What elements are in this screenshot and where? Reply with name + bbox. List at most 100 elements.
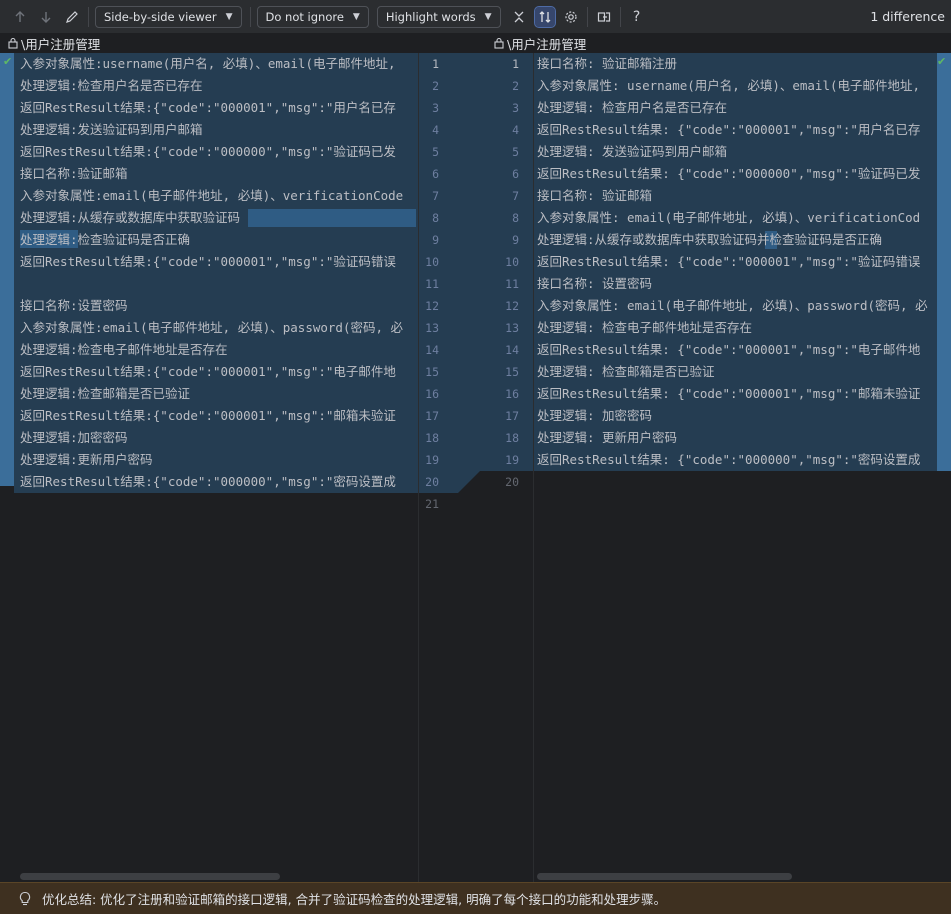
line-number: 10 — [505, 255, 519, 269]
line-number: 12 — [425, 299, 439, 313]
code-line[interactable]: 处理逻辑: 更新用户密码 — [537, 427, 677, 449]
code-line[interactable]: 入参对象属性: email(电子邮件地址, 必填)、password(密码, 必 — [537, 295, 928, 317]
pencil-icon[interactable] — [62, 7, 82, 27]
code-line[interactable]: 接口名称:设置密码 — [20, 295, 128, 317]
code-line[interactable]: 返回RestResult结果:{"code":"000001","msg":"验… — [20, 251, 396, 273]
code-line[interactable]: 入参对象属性:email(电子邮件地址, 必填)、verificationCod… — [20, 185, 403, 207]
code-line[interactable]: 返回RestResult结果:{"code":"000000","msg":"验… — [20, 141, 396, 163]
code-line[interactable]: 返回RestResult结果: {"code":"000000","msg":"… — [537, 449, 920, 471]
code-line[interactable]: 返回RestResult结果:{"code":"000001","msg":"邮… — [20, 405, 396, 427]
code-line[interactable]: 处理逻辑:发送验证码到用户邮箱 — [20, 119, 203, 141]
line-number: 11 — [505, 277, 519, 291]
line-number: 3 — [432, 101, 439, 115]
compare-icon[interactable] — [594, 7, 614, 27]
line-number: 21 — [425, 497, 439, 511]
line-number: 5 — [432, 145, 439, 159]
line-number: 8 — [512, 211, 519, 225]
line-number: 8 — [432, 211, 439, 225]
left-file-title: \用户注册管理 — [21, 36, 101, 52]
code-line[interactable]: 入参对象属性: username(用户名, 必填)、email(电子邮件地址, — [537, 75, 920, 97]
collapse-icon[interactable] — [509, 7, 529, 27]
line-number: 10 — [425, 255, 439, 269]
diff-gutter: 1 2 3 4 5 6 7 8 9 10 11 12 13 14 15 16 17 18 19 20 21 123456… — [418, 53, 534, 882]
horizontal-scrollbar[interactable] — [537, 873, 792, 880]
arrow-down-icon[interactable] — [36, 7, 56, 27]
toolbar-separator — [586, 6, 588, 27]
difference-count: 1 difference — [870, 9, 945, 24]
code-line[interactable]: 返回RestResult结果: {"code":"000001","msg":"… — [537, 383, 920, 405]
highlight-dropdown[interactable]: Highlight words ▼ — [376, 5, 501, 28]
code-line[interactable]: 处理逻辑: 发送验证码到用户邮箱 — [537, 141, 727, 163]
whitespace-label: Do not ignore — [265, 9, 344, 24]
line-number: 7 — [512, 189, 519, 203]
right-file-title: \用户注册管理 — [507, 36, 587, 52]
summary-text: 优化总结: 优化了注册和验证邮箱的接口逻辑, 合并了验证码检查的处理逻辑, 明确… — [42, 892, 667, 907]
line-number: 6 — [512, 167, 519, 181]
line-number: 9 — [512, 233, 519, 247]
code-line[interactable]: 处理逻辑:从缓存或数据库中获取验证码 — [20, 207, 240, 229]
line-number: 2 — [512, 79, 519, 93]
line-number: 1 — [512, 57, 519, 71]
code-line[interactable]: 处理逻辑:检查邮箱是否已验证 — [20, 383, 190, 405]
code-line[interactable]: 入参对象属性:username(用户名, 必填)、email(电子邮件地址, — [20, 53, 396, 75]
word-highlight — [248, 209, 416, 227]
code-line[interactable]: 返回RestResult结果:{"code":"000001","msg":"用… — [20, 97, 396, 119]
line-number: 5 — [512, 145, 519, 159]
code-line[interactable]: 入参对象属性: email(电子邮件地址, 必填)、verificationCo… — [537, 207, 920, 229]
chevron-down-icon: ▼ — [225, 11, 233, 22]
settings-icon[interactable] — [561, 7, 581, 27]
code-line[interactable]: 处理逻辑:检查电子邮件地址是否存在 — [20, 339, 228, 361]
code-line[interactable]: 处理逻辑:从缓存或数据库中获取验证码并检查验证码是否正确 — [537, 229, 882, 251]
code-line[interactable]: 处理逻辑:加密密码 — [20, 427, 128, 449]
code-line[interactable]: 返回RestResult结果: {"code":"000000","msg":"… — [537, 163, 920, 185]
line-number: 19 — [425, 453, 439, 467]
code-line[interactable]: 处理逻辑: 检查电子邮件地址是否存在 — [537, 317, 752, 339]
line-number: 13 — [505, 321, 519, 335]
line-number: 17 — [425, 409, 439, 423]
chevron-down-icon: ▼ — [352, 11, 360, 22]
sync-scroll-icon[interactable] — [533, 5, 556, 28]
code-line[interactable]: 接口名称: 验证邮箱注册 — [537, 53, 677, 75]
left-editor-pane[interactable]: ✔ 入参对象属性:username(用户名, 必填)、email(电子邮件地址,… — [0, 53, 418, 882]
code-line[interactable]: 处理逻辑:检查用户名是否已存在 — [20, 75, 203, 97]
arrow-up-icon[interactable] — [10, 7, 30, 27]
line-number: 15 — [505, 365, 519, 379]
code-line[interactable]: 接口名称: 设置密码 — [537, 273, 652, 295]
code-line[interactable]: 返回RestResult结果:{"code":"000001","msg":"电… — [20, 361, 396, 383]
line-number: 14 — [505, 343, 519, 357]
line-number: 12 — [505, 299, 519, 313]
code-line[interactable]: 处理逻辑:检查验证码是否正确 — [20, 229, 190, 251]
code-line[interactable]: 接口名称: 验证邮箱 — [537, 185, 652, 207]
code-line[interactable]: 处理逻辑: 检查用户名是否已存在 — [537, 97, 727, 119]
line-number: 6 — [432, 167, 439, 181]
line-number: 9 — [432, 233, 439, 247]
code-line[interactable]: 处理逻辑:更新用户密码 — [20, 449, 153, 471]
code-line[interactable]: 处理逻辑: 检查邮箱是否已验证 — [537, 361, 715, 383]
right-editor-pane[interactable]: ✔ 接口名称: 验证邮箱注册 入参对象属性: username(用户名, 必填)、… — [534, 53, 951, 882]
code-line[interactable]: 返回RestResult结果: {"code":"000001","msg":"… — [537, 339, 920, 361]
whitespace-dropdown[interactable]: Do not ignore ▼ — [256, 5, 369, 28]
lock-icon — [494, 37, 504, 49]
right-file-header: \用户注册管理 — [493, 33, 586, 53]
line-number: 3 — [512, 101, 519, 115]
toolbar-separator — [619, 6, 621, 27]
line-number: 16 — [425, 387, 439, 401]
line-number: 19 — [505, 453, 519, 467]
toolbar-separator — [249, 6, 251, 27]
code-line[interactable]: 返回RestResult结果: {"code":"000001","msg":"… — [537, 119, 920, 141]
line-number: 7 — [432, 189, 439, 203]
lightbulb-icon — [19, 891, 31, 905]
code-line[interactable]: 返回RestResult结果:{"code":"000000","msg":"密… — [20, 471, 396, 493]
viewer-mode-dropdown[interactable]: Side-by-side viewer ▼ — [95, 5, 242, 28]
horizontal-scrollbar[interactable] — [20, 873, 280, 880]
line-number: 4 — [512, 123, 519, 137]
code-line[interactable]: 入参对象属性:email(电子邮件地址, 必填)、password(密码, 必 — [20, 317, 403, 339]
change-stripe — [937, 53, 951, 471]
code-line[interactable]: 接口名称:验证邮箱 — [20, 163, 128, 185]
help-icon[interactable]: ? — [627, 7, 647, 27]
code-line[interactable]: 处理逻辑: 加密密码 — [537, 405, 652, 427]
line-number: 11 — [425, 277, 439, 291]
line-number: 1 — [432, 57, 439, 71]
code-line[interactable]: 返回RestResult结果: {"code":"000001","msg":"… — [537, 251, 920, 273]
line-number: 20 — [505, 475, 519, 489]
